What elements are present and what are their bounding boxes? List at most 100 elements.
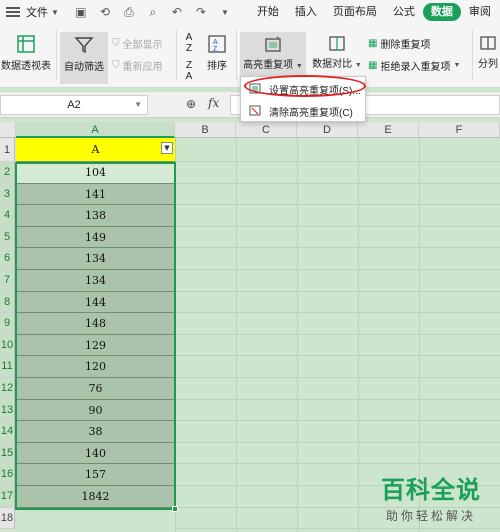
table-cell[interactable]: 157 (16, 464, 175, 486)
header-cell-text: A (91, 143, 100, 156)
watermark-title: 百科全说 (381, 477, 481, 504)
row-header[interactable]: 1 (0, 138, 15, 162)
chevron-down-icon[interactable]: ▼ (51, 8, 59, 17)
column-header-c[interactable]: C (236, 122, 297, 138)
table-cell[interactable]: 149 (16, 226, 175, 249)
tab-2[interactable]: 页面布局 (325, 3, 385, 21)
undo-history-icon[interactable]: ⟲ (97, 5, 113, 19)
tab-1[interactable]: 插入 (287, 3, 325, 21)
table-cell[interactable]: 144 (16, 291, 175, 314)
row-header[interactable]: 14 (0, 421, 15, 443)
table-cell[interactable]: 140 (16, 442, 175, 465)
data-compare-button[interactable]: 数据对比 ▼ (312, 34, 362, 70)
print-icon[interactable]: ⎙ (121, 5, 137, 20)
column-header-e[interactable]: E (358, 122, 419, 138)
sort-label: 排序 (207, 61, 227, 72)
table-cell[interactable]: 138 (16, 205, 175, 227)
reject-duplicates-button[interactable]: ▦ 拒绝录入重复项 ▼ (368, 58, 460, 73)
remove-duplicates-icon: ▦ (368, 38, 378, 49)
row-header[interactable]: 15 (0, 442, 15, 465)
reapply-button[interactable]: ⛉ 重新应用 (112, 58, 163, 73)
column-header-b[interactable]: B (175, 122, 236, 138)
chevron-down-icon[interactable]: ▼ (134, 96, 142, 114)
row-header[interactable]: 16 (0, 464, 15, 486)
row-header[interactable]: 11 (0, 356, 15, 378)
header-cell[interactable]: A ▼ (16, 138, 175, 162)
row-header[interactable]: 12 (0, 378, 15, 400)
gridline (175, 247, 500, 249)
show-all-label: 全部显示 (122, 40, 163, 51)
sort-asc-icon[interactable]: AZ (182, 32, 196, 54)
row-header[interactable]: 6 (0, 248, 15, 270)
table-cell[interactable]: 134 (16, 270, 175, 292)
name-box[interactable]: A2 ▼ (0, 95, 148, 115)
reapply-icon: ⛉ (112, 60, 120, 71)
row-header[interactable]: 10 (0, 334, 15, 357)
column-header-a[interactable]: A (16, 122, 175, 138)
split-column-button[interactable]: 分列 (476, 34, 500, 70)
clear-highlight-icon (249, 104, 263, 119)
row-header[interactable]: 4 (0, 205, 15, 227)
set-highlight-duplicates-item[interactable]: 设置高亮重复项(S)... (241, 79, 367, 99)
row-header[interactable]: 9 (0, 313, 15, 335)
remove-duplicates-button[interactable]: ▦ 删除重复项 (368, 36, 430, 51)
tab-0[interactable]: 开始 (249, 3, 287, 21)
set-highlight-icon (249, 82, 263, 97)
zoom-icon[interactable]: ⊕ (186, 97, 196, 111)
svg-text:+: + (276, 36, 280, 42)
highlight-duplicates-button[interactable]: + 高亮重复项 ▼ (240, 32, 306, 76)
undo-icon[interactable]: ↶ (169, 5, 185, 19)
data-compare-icon (329, 36, 345, 51)
gridline (175, 138, 176, 532)
table-cell[interactable]: 129 (16, 334, 175, 357)
split-column-label: 分列 (478, 59, 498, 70)
row-header[interactable]: 7 (0, 270, 15, 292)
table-cell[interactable]: 104 (16, 162, 175, 184)
autofilter-button[interactable]: 自动筛选 (60, 32, 108, 84)
table-cell[interactable]: 134 (16, 248, 175, 270)
pivot-table-button[interactable]: 数据透视表 (0, 34, 52, 72)
table-cell[interactable]: 141 (16, 183, 175, 206)
pivot-table-icon (17, 35, 35, 53)
menu-icon[interactable] (6, 7, 20, 17)
tab-4[interactable]: 数据 (422, 3, 461, 21)
file-menu[interactable]: 文件 (26, 4, 48, 20)
table-cell[interactable]: 148 (16, 313, 175, 335)
clear-highlight-duplicates-item[interactable]: 清除高亮重复项(C) (241, 101, 367, 121)
more-chevron-icon[interactable]: ▼ (217, 8, 233, 17)
column-header-d[interactable]: D (297, 122, 358, 138)
table-cell[interactable]: 76 (16, 378, 175, 400)
row-header[interactable]: 5 (0, 226, 15, 249)
highlight-duplicates-label: 高亮重复项 (243, 60, 294, 71)
tab-5[interactable]: 审阅 (461, 3, 499, 21)
sort-desc-icon[interactable]: ZA (182, 60, 196, 82)
gridline (175, 182, 500, 184)
function-icon[interactable]: fx (208, 96, 219, 110)
tab-3[interactable]: 公式 (385, 3, 423, 21)
select-all-corner[interactable] (0, 122, 16, 138)
fill-handle[interactable] (172, 506, 178, 512)
filter-dropdown-icon[interactable]: ▼ (161, 142, 173, 154)
row-header[interactable]: 18 (0, 507, 15, 530)
table-cell[interactable]: 90 (16, 399, 175, 422)
gridline (358, 138, 359, 532)
show-all-button[interactable]: ⛉ 全部显示 (112, 36, 163, 51)
gridline (175, 225, 500, 227)
remove-duplicates-label: 删除重复项 (380, 40, 431, 51)
svg-text:Z: Z (213, 46, 218, 53)
row-header[interactable]: 17 (0, 486, 15, 508)
row-header[interactable]: 13 (0, 399, 15, 422)
column-header-f[interactable]: F (419, 122, 500, 138)
redo-icon[interactable]: ↷ (193, 5, 209, 19)
table-cell[interactable]: 120 (16, 356, 175, 378)
row-header[interactable]: 8 (0, 291, 15, 314)
save-icon[interactable]: ▣ (73, 5, 89, 19)
sort-button[interactable]: A Z 排序 (202, 34, 232, 72)
gridline (175, 398, 500, 400)
table-cell[interactable]: 38 (16, 421, 175, 443)
table-cell[interactable]: 1842 (16, 486, 175, 508)
clear-highlight-label: 清除高亮重复项(C) (269, 107, 353, 119)
print-preview-icon[interactable]: ⌕ (145, 5, 161, 20)
row-header[interactable]: 3 (0, 183, 15, 206)
row-header[interactable]: 2 (0, 162, 15, 184)
